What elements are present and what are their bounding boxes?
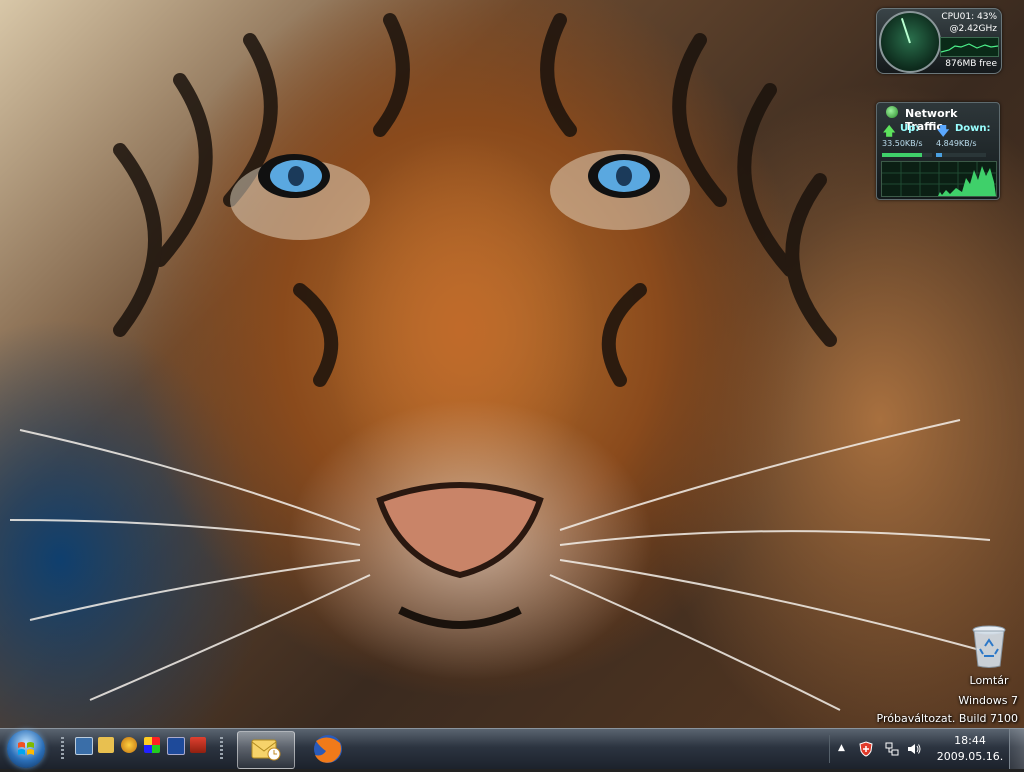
upload-rate: 33.50KB/s (882, 139, 923, 148)
cpu-history-graph (940, 37, 999, 57)
recycle-bin-icon (971, 624, 1007, 668)
download-rate: 4.849KB/s (936, 139, 977, 148)
network-globe-icon (886, 106, 898, 118)
tray-separator (829, 735, 830, 763)
start-button[interactable] (7, 730, 45, 768)
network-traffic-graph (881, 161, 997, 197)
app-launcher-icon[interactable] (190, 737, 206, 753)
network-icon[interactable] (884, 741, 900, 757)
security-shield-icon[interactable] (858, 741, 874, 757)
taskbar-button-firefox[interactable] (300, 731, 356, 767)
quick-launch-grip[interactable] (61, 737, 64, 761)
os-watermark-build: Próbaváltozat. Build 7100 (876, 712, 1018, 725)
outlook-envelope-icon (251, 739, 281, 761)
desktop-wallpaper (0, 0, 1024, 728)
download-rate-bar (936, 153, 986, 157)
taskbar-clock[interactable]: 18:44 2009.05.16. (930, 733, 1010, 765)
cpu-dial (879, 11, 941, 73)
cpu-meter-gadget[interactable]: CPU01: 43% @2.42GHz 876MB free (876, 8, 1002, 74)
save-disk-icon[interactable] (167, 737, 185, 755)
tiger-eyes (258, 154, 660, 198)
explorer-folder-icon[interactable] (98, 737, 114, 753)
cpu-dial-needle (900, 17, 911, 44)
show-desktop-button[interactable] (1009, 729, 1024, 769)
volume-icon[interactable] (906, 741, 922, 757)
cpu-frequency-text: @2.42GHz (949, 24, 997, 34)
show-desktop-icon[interactable] (75, 737, 93, 755)
tiger-image (9, 13, 991, 711)
upload-rate-bar (882, 153, 932, 157)
download-label: Down: (955, 123, 991, 134)
cpu-load-text: CPU01: 43% (941, 12, 997, 22)
clock-date: 2009.05.16. (936, 750, 1004, 763)
messenger-icon[interactable] (121, 737, 137, 753)
download-rate-bar-fill (936, 153, 942, 157)
show-hidden-icons-arrow[interactable]: ▲ (838, 743, 845, 753)
firefox-icon (314, 735, 342, 763)
taskbar-button-outlook[interactable] (237, 731, 295, 769)
os-watermark-name: Windows 7 (958, 694, 1018, 707)
clock-time: 18:44 (954, 734, 986, 747)
memory-free-text: 876MB free (945, 59, 997, 69)
taskbar: ▲ 18:44 2009.05.16. (0, 728, 1024, 769)
upload-rate-bar-fill (882, 153, 922, 157)
network-traffic-gadget[interactable]: Network Traffic 🡅 Up: 🡇 Down: 33.50KB/s … (876, 102, 1000, 200)
media-center-icon[interactable] (144, 737, 160, 753)
recycle-bin-shortcut[interactable]: Lomtár (958, 624, 1020, 687)
taskbar-grip[interactable] (220, 737, 223, 761)
upload-label: Up: (900, 123, 920, 134)
windows-logo-icon (18, 742, 34, 755)
recycle-bin-label: Lomtár (969, 674, 1009, 687)
